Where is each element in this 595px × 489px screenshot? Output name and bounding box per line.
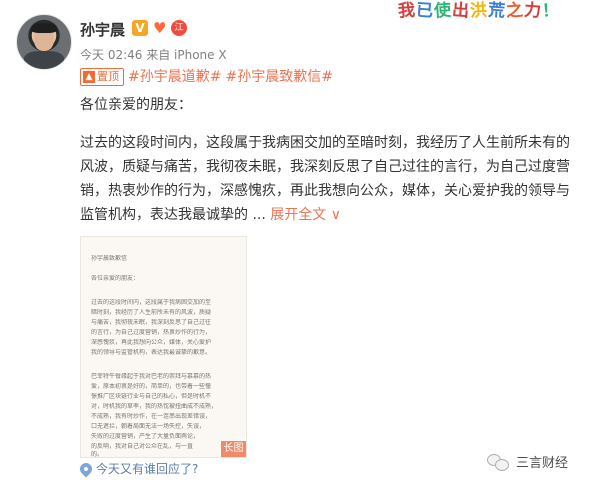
pin-row: ▲ 置顶 #孙宇晨道歉# #孙宇晨致歉信# bbox=[80, 68, 333, 86]
body-line-last: 监管机构，表达我最诚挚的 ... 展开全文 ∨ bbox=[80, 203, 580, 227]
location-text: 今天又有谁回应了? bbox=[96, 462, 199, 476]
avatar[interactable] bbox=[16, 14, 72, 70]
sticker-char: 出 bbox=[451, 0, 470, 22]
image-text-line: 过去的这段时间内，这段属于我病困交加的至 bbox=[91, 299, 212, 306]
image-text-line: 口无遮拦，朝着局面无法一场失控，失误， bbox=[91, 423, 206, 430]
sticker-char: 已 bbox=[415, 0, 434, 22]
hashtag-link[interactable]: #孙宇晨道歉# bbox=[128, 68, 221, 86]
long-image-badge: 长图 bbox=[221, 441, 246, 457]
sticker-char: 使 bbox=[433, 0, 452, 22]
sticker-text: 我已使出洪荒之力！ bbox=[397, 0, 582, 23]
expand-label: 展开全文 bbox=[270, 207, 327, 223]
sticker-char: 力 bbox=[523, 0, 542, 22]
image-text-line: 憬推广区块链行业与自己的私心，但是时机不 bbox=[91, 393, 212, 400]
verified-badge-icon[interactable]: V bbox=[132, 20, 148, 36]
level-badge-icon[interactable]: 江 bbox=[171, 20, 187, 36]
image-text-line: 对，时机我的草率，我的热忱被扭曲成不成熟， bbox=[91, 403, 218, 410]
avatar-hair bbox=[31, 23, 57, 33]
body-line: 监管机构，表达我最诚挚的 ... bbox=[80, 207, 266, 223]
image-text-line: 不成熟，我有时炒作，在一连串出现差错误， bbox=[91, 413, 212, 420]
image-text-line: 巴菲特午餐缘起于我对巴老的崇拜与慕慕的热 bbox=[91, 373, 212, 380]
sticker-char: ！ bbox=[541, 0, 560, 22]
watermark-text: 三言财经 bbox=[516, 456, 569, 471]
sticker-char: 我 bbox=[397, 0, 416, 22]
pin-icon: ▲ bbox=[83, 71, 95, 83]
user-name[interactable]: 孙宇晨 bbox=[80, 19, 125, 40]
body-line: 过去的这段时间内，这段属于我病困交加的至暗时刻，我经历了人生前所未有的 bbox=[80, 135, 570, 151]
body-line: 风波，质疑与痛苦，我彻夜未眠，我深刻反思了自己过往的言行，为自己过度营 bbox=[80, 159, 570, 175]
sticker-char: 洪 bbox=[469, 0, 488, 22]
location-link[interactable]: 今天又有谁回应了? bbox=[77, 460, 199, 477]
sticker-char: 之 bbox=[505, 0, 524, 22]
image-text-line: 失败的过度营销，产生了大量负面舆论， bbox=[91, 433, 200, 440]
avatar-shirt bbox=[24, 51, 64, 69]
location-icon bbox=[77, 460, 95, 477]
image-text-line: 的言行，为自己过度营销，热衷炒作的行为， bbox=[91, 329, 212, 336]
expand-link[interactable]: 展开全文 ∨ bbox=[270, 207, 341, 223]
image-greeting: 各位亲爱的朋友： bbox=[91, 275, 140, 282]
post-time[interactable]: 今天 02:46 来自 iPhone X bbox=[80, 46, 227, 63]
post-greeting: 各位亲爱的朋友： bbox=[80, 97, 192, 113]
image-text-line: 我的领导与监管机构，表达我最诚挚的歉意。 bbox=[91, 349, 212, 356]
pin-label: 置顶 bbox=[97, 70, 119, 83]
wechat-icon bbox=[487, 453, 509, 471]
image-title: 孙宇晨致歉信 bbox=[91, 255, 128, 262]
heart-icon[interactable]: ♥ bbox=[153, 21, 168, 36]
sticker-char: 荒 bbox=[487, 0, 506, 22]
image-text-line: 的反响，我对自己对公众在乱，与一直 bbox=[91, 443, 194, 450]
image-text-line: 与痛苦，我彻夜未眠，我深刻反思了自己过往 bbox=[91, 319, 212, 326]
post-body: 过去的这段时间内，这段属于我病困交加的至暗时刻，我经历了人生前所未有的 风波，质… bbox=[80, 131, 580, 227]
chevron-down-icon: ∨ bbox=[330, 207, 341, 223]
image-text-line: 爱，原本初衷是好的，简单的，也带着一些憧 bbox=[91, 383, 212, 390]
image-text-line: 的。 bbox=[91, 451, 104, 458]
long-image[interactable]: 孙宇晨致歉信 各位亲爱的朋友： 过去的这段时间内，这段属于我病困交加的至 暗时刻… bbox=[80, 236, 247, 458]
hashtag-link[interactable]: #孙宇晨致歉信# bbox=[225, 68, 332, 86]
pin-tag: ▲ 置顶 bbox=[80, 68, 124, 86]
watermark: 三言财经 bbox=[487, 452, 568, 471]
image-text-line: 深感愧疚，再此我想向公众，媒体，关心爱护 bbox=[91, 339, 212, 346]
body-line: 销，热衷炒作的行为，深感愧疚，再此我想向公众，媒体，关心爱护我的领导与 bbox=[80, 183, 570, 199]
image-text-line: 暗时刻，我经历了人生前所未有的风波，质疑 bbox=[91, 309, 212, 316]
